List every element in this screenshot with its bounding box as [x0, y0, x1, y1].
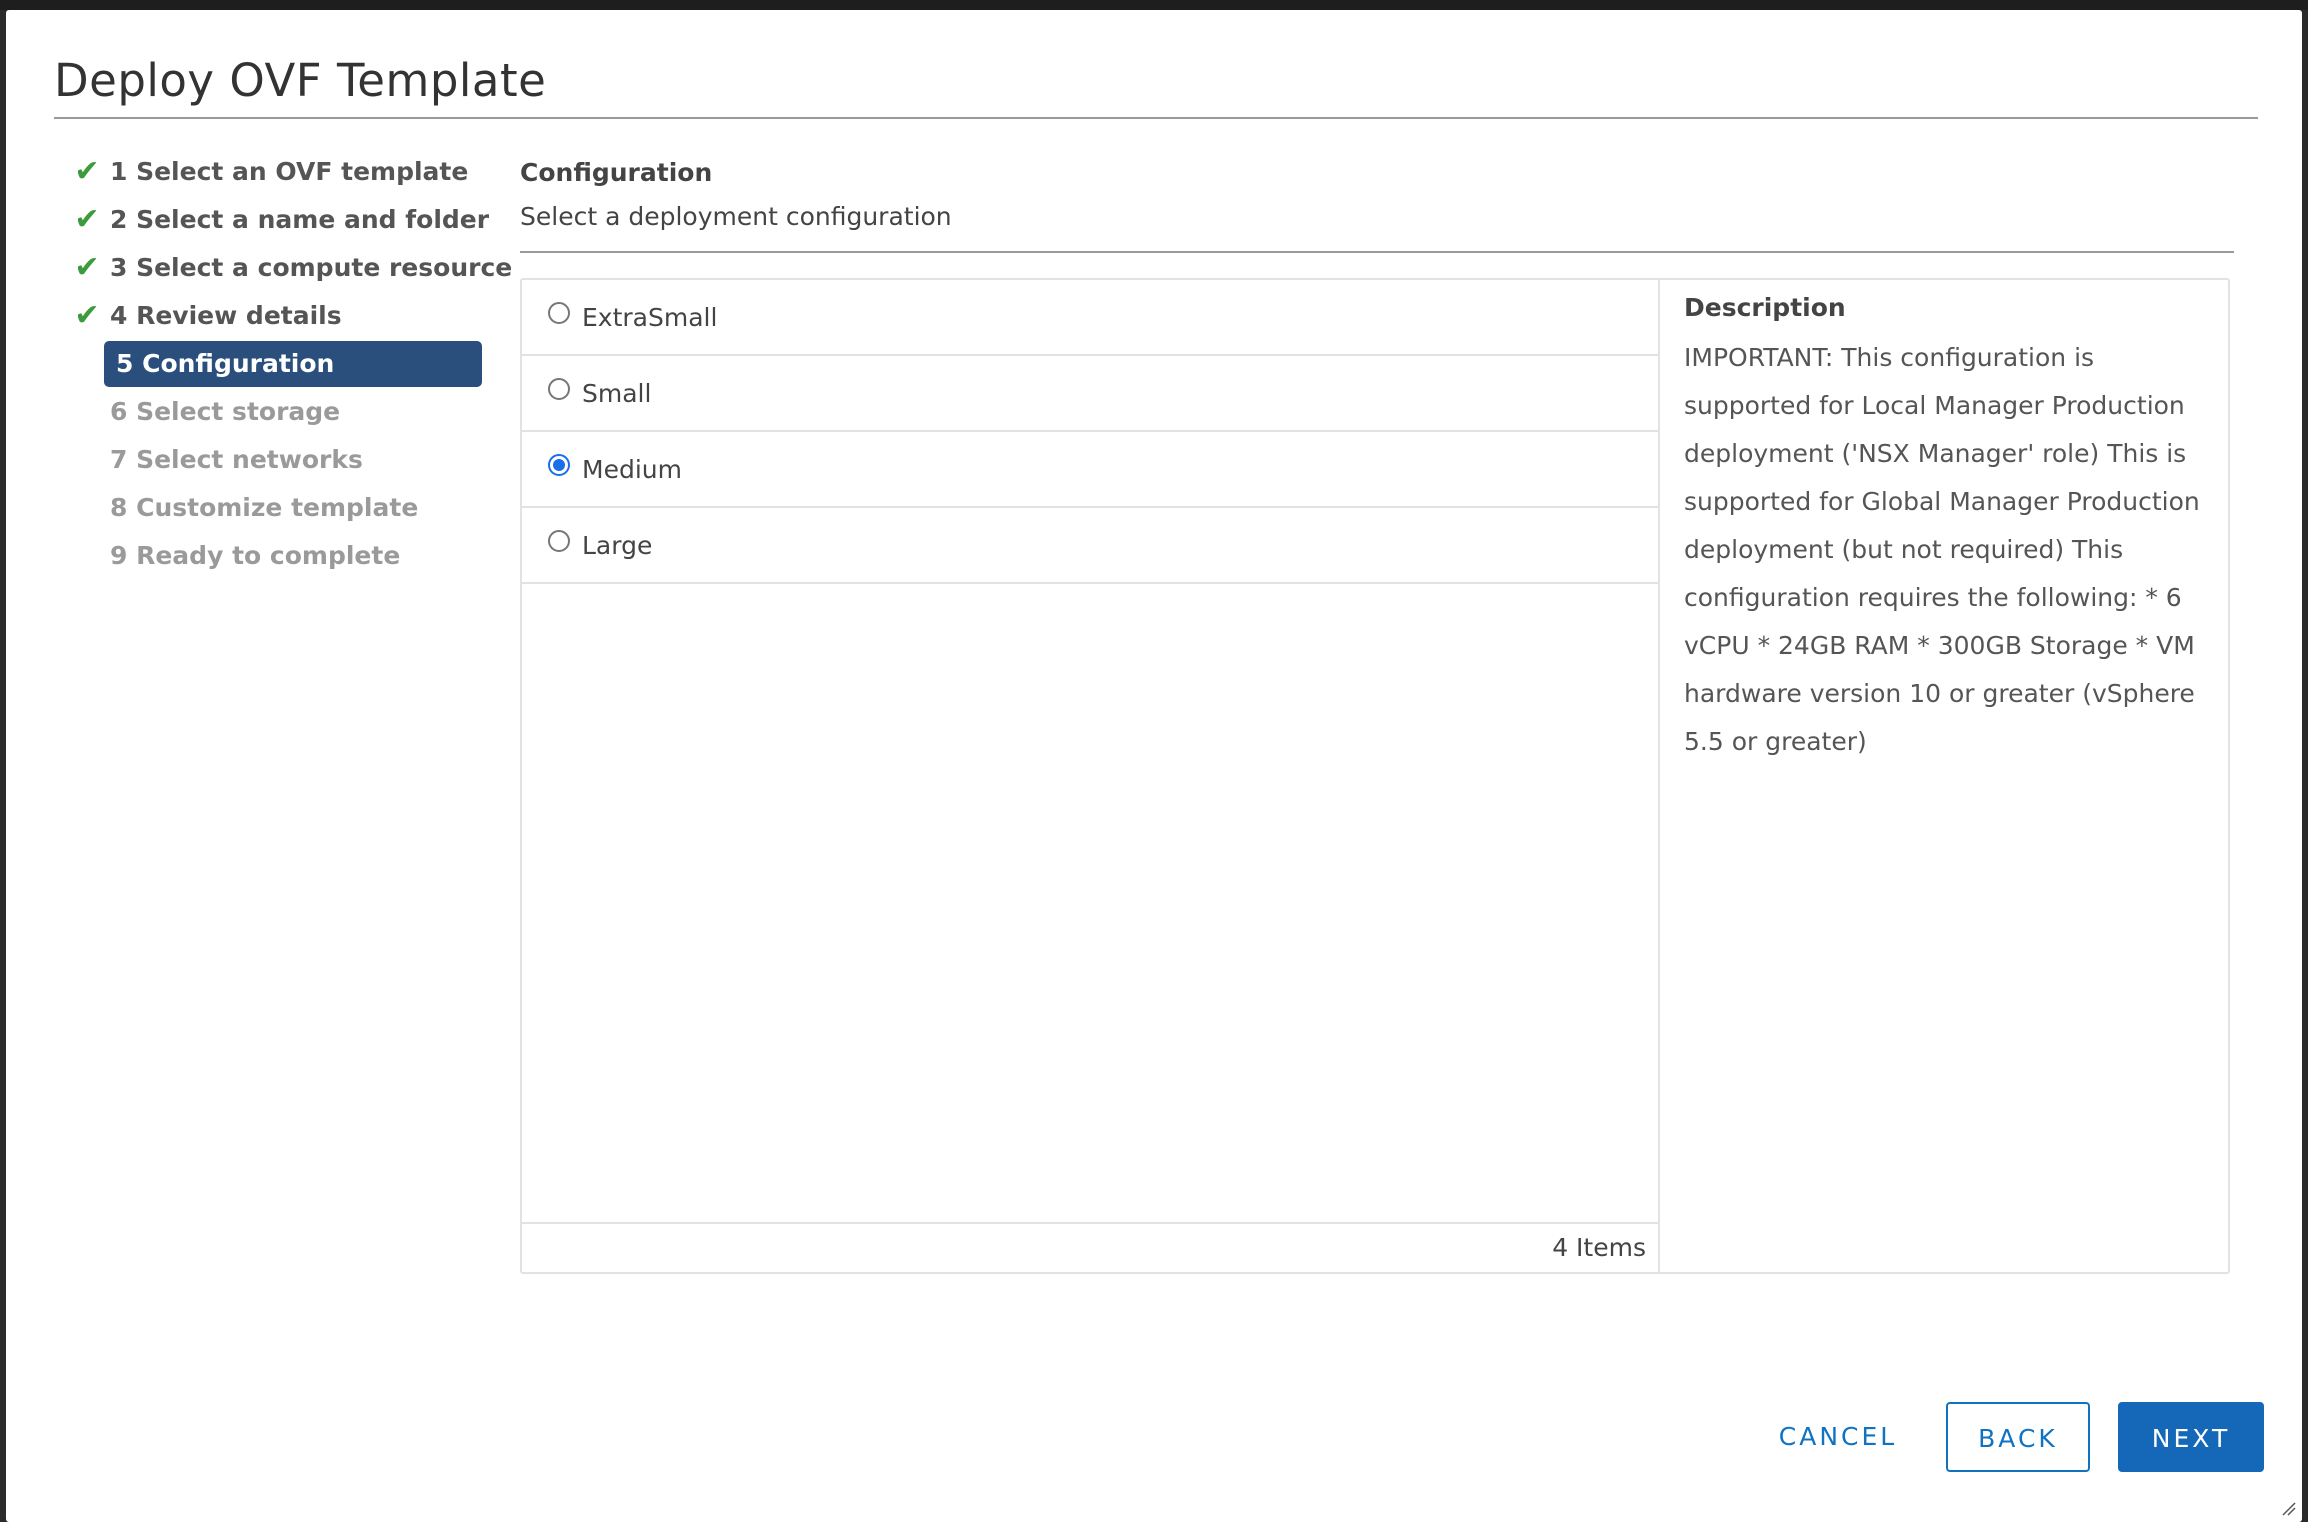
section-divider: [520, 251, 2234, 253]
description-pane: Description IMPORTANT: This configuratio…: [1660, 280, 2230, 1272]
checkmark-icon: ✔: [74, 154, 100, 189]
list-item-large[interactable]: Large: [522, 508, 1658, 584]
step-review-details[interactable]: ✔ 4 Review details: [66, 292, 486, 340]
step-select-ovf-template[interactable]: ✔ 1 Select an OVF template: [66, 148, 486, 196]
background-window-edge: [0, 0, 2308, 10]
step-label: 9 Ready to complete: [110, 541, 401, 570]
radio-extrasmall[interactable]: [548, 302, 570, 324]
list-footer: 4 Items: [522, 1222, 1658, 1272]
configuration-panel: ExtraSmall Small Medium Large 4 Items De…: [520, 278, 2230, 1274]
dialog-title: Deploy OVF Template: [54, 54, 547, 107]
step-customize-template: 8 Customize template: [66, 484, 486, 532]
description-title: Description: [1684, 293, 1846, 322]
back-button[interactable]: BACK: [1946, 1402, 2090, 1472]
step-label: 8 Customize template: [110, 493, 419, 522]
list-item-small[interactable]: Small: [522, 356, 1658, 432]
step-label: 2 Select a name and folder: [110, 205, 490, 234]
step-label: 5 Configuration: [116, 349, 335, 378]
option-label: Medium: [582, 455, 682, 484]
checkmark-icon: ✔: [74, 202, 100, 237]
title-divider: [54, 117, 2258, 119]
item-count: 4 Items: [1552, 1233, 1646, 1262]
option-label: ExtraSmall: [582, 303, 718, 332]
checkmark-icon: ✔: [74, 298, 100, 333]
deploy-ovf-dialog: Deploy OVF Template ✔ 1 Select an OVF te…: [6, 10, 2302, 1522]
radio-large[interactable]: [548, 530, 570, 552]
option-label: Large: [582, 531, 653, 560]
checkmark-icon: ✔: [74, 250, 100, 285]
wizard-steps: ✔ 1 Select an OVF template ✔ 2 Select a …: [66, 148, 512, 580]
list-item-extrasmall[interactable]: ExtraSmall: [522, 280, 1658, 356]
step-label: 6 Select storage: [110, 397, 341, 426]
step-select-networks: 7 Select networks: [66, 436, 486, 484]
cancel-button[interactable]: CANCEL: [1758, 1402, 1918, 1472]
step-ready-to-complete: 9 Ready to complete: [66, 532, 486, 580]
configuration-list: ExtraSmall Small Medium Large 4 Items: [522, 280, 1660, 1272]
step-label: 3 Select a compute resource: [110, 253, 513, 282]
radio-small[interactable]: [548, 378, 570, 400]
radio-medium[interactable]: [548, 454, 570, 476]
resize-handle-icon[interactable]: [2280, 1500, 2296, 1516]
step-label: 1 Select an OVF template: [110, 157, 469, 186]
section-subtitle: Select a deployment configuration: [520, 202, 952, 231]
list-item-medium[interactable]: Medium: [522, 432, 1658, 508]
step-select-compute-resource[interactable]: ✔ 3 Select a compute resource: [66, 244, 512, 292]
step-select-storage: 6 Select storage: [66, 388, 486, 436]
step-select-name-folder[interactable]: ✔ 2 Select a name and folder: [66, 196, 490, 244]
step-label: 7 Select networks: [110, 445, 363, 474]
next-button[interactable]: NEXT: [2118, 1402, 2264, 1472]
description-body: IMPORTANT: This configuration is support…: [1684, 343, 2200, 756]
step-label: 4 Review details: [110, 301, 342, 330]
option-label: Small: [582, 379, 652, 408]
section-title: Configuration: [520, 158, 713, 187]
step-configuration[interactable]: 5 Configuration: [66, 340, 486, 388]
